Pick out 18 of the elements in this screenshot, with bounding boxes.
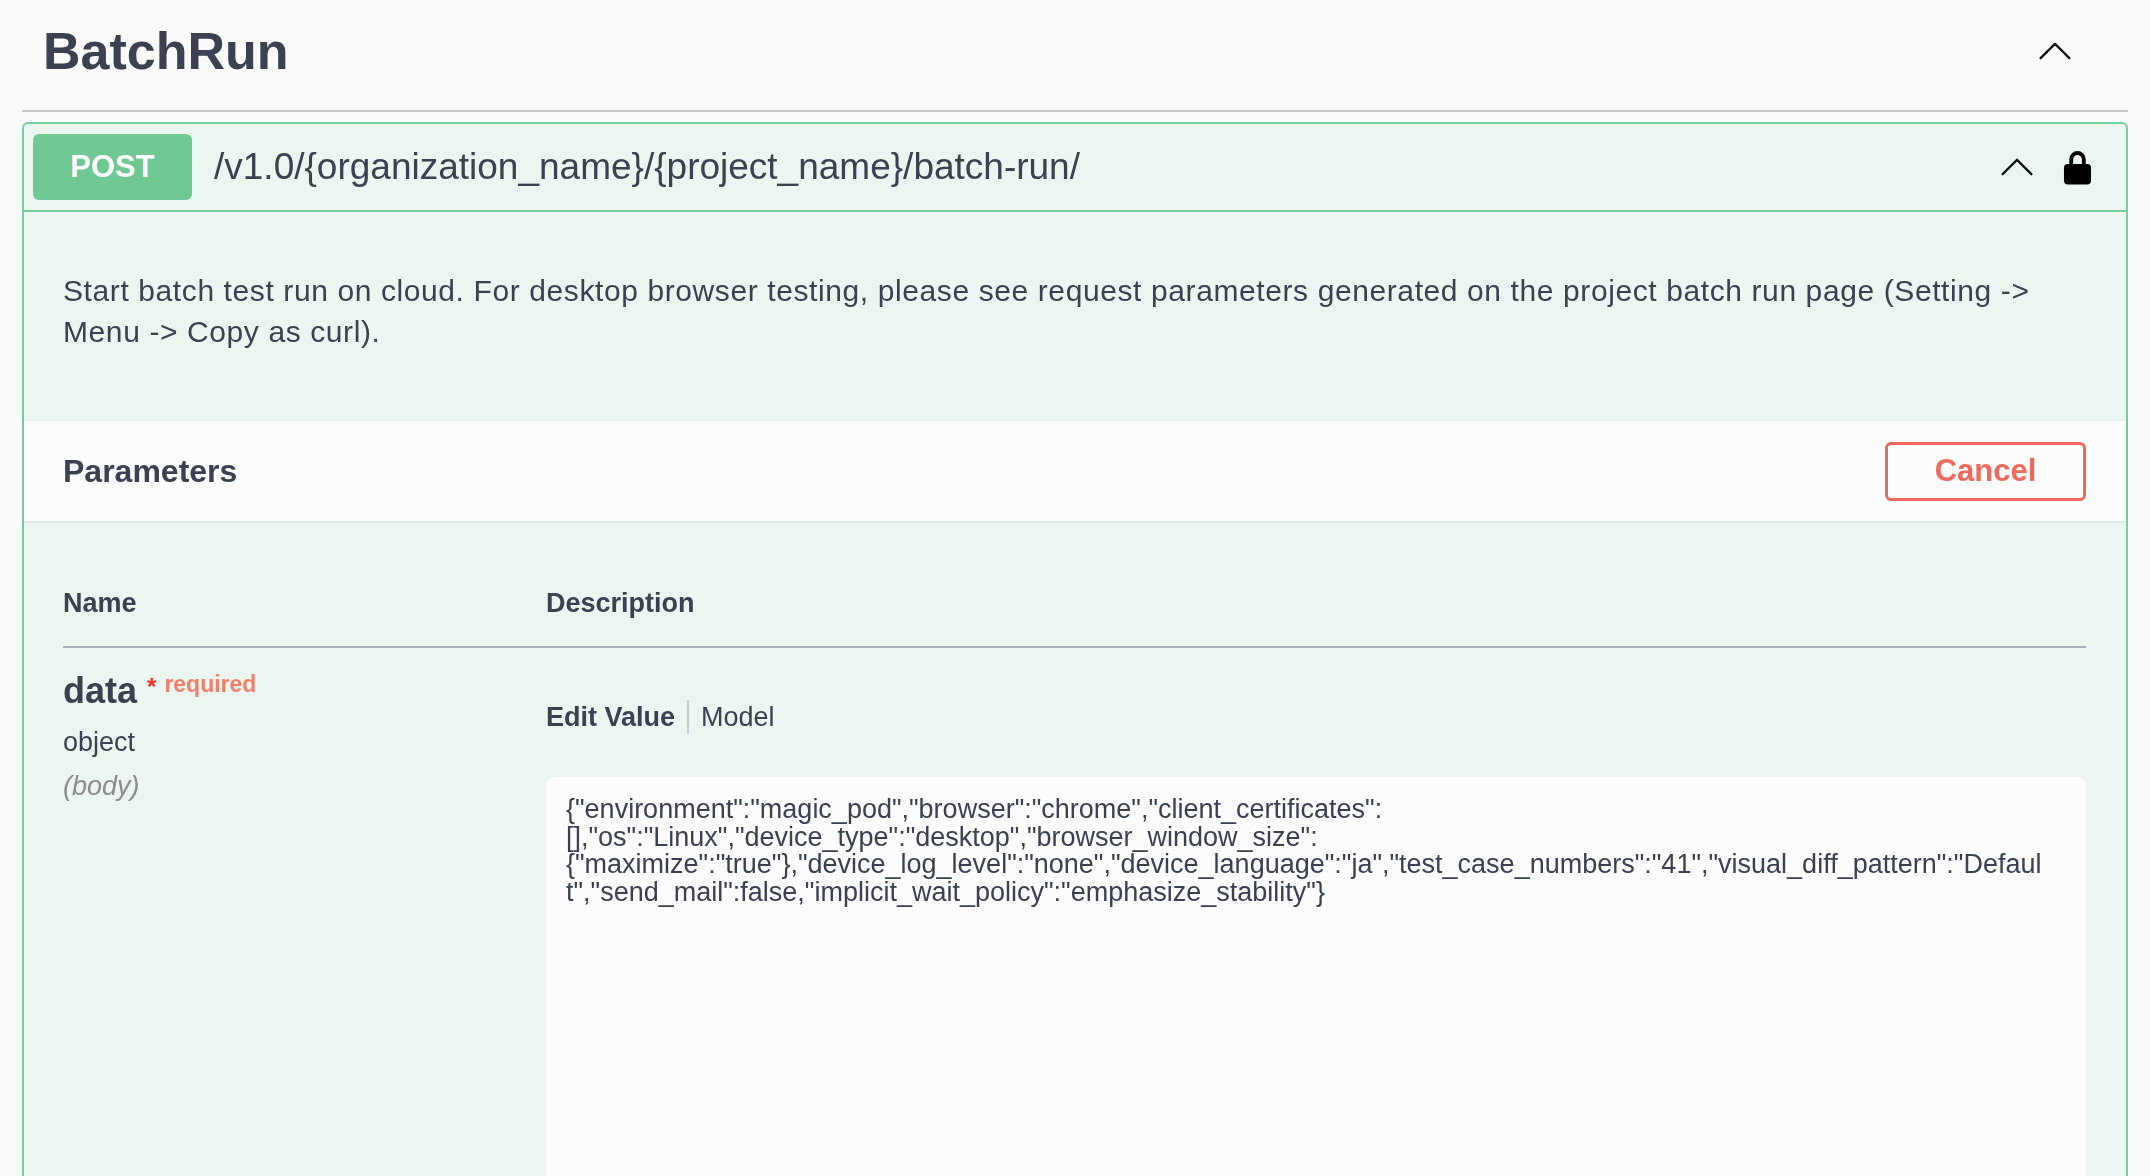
chevron-up-icon[interactable]: [2000, 158, 2034, 176]
value-tab[interactable]: Model: [687, 700, 787, 734]
endpoint-description: Start batch test run on cloud. For desktop browser testing, please see request parameters generated on the project batch run page (Setting -> Menu -> Copy as curl).: [63, 273, 2031, 350]
required-asterisk: *: [147, 675, 157, 699]
method-badge: POST: [33, 134, 192, 200]
endpoint-path[interactable]: /v1.0/{organization_name}/{project_name}/batch-run/: [214, 145, 1080, 189]
parameter-location: (body): [63, 770, 141, 803]
required-label: required: [164, 671, 257, 697]
value-textarea[interactable]: {"environment":"magic_pod","browser":"chrome","client_certificates":[],"os":"Linux","device_type":"desktop","browser_window_size":{"maximize":"true"},"device_log_level":"none","device_language":"ja","test_case_numbers":"41","visual_diff_pattern":"Default","send_mail":false,"implicit_wait_policy":"emphasize_stability"}: [546, 777, 2086, 1176]
parameters-heading: Parameters: [63, 452, 238, 490]
parameter-name: data: [63, 669, 138, 713]
column-header: Name: [63, 587, 138, 620]
parameter-type: object: [63, 726, 137, 759]
section-title[interactable]: BatchRun: [43, 21, 289, 81]
padlock-icon[interactable]: [2063, 149, 2092, 185]
chevron-up-icon[interactable]: [2038, 42, 2072, 60]
value-tab[interactable]: Edit Value: [546, 700, 688, 734]
column-header: Description: [546, 587, 695, 620]
